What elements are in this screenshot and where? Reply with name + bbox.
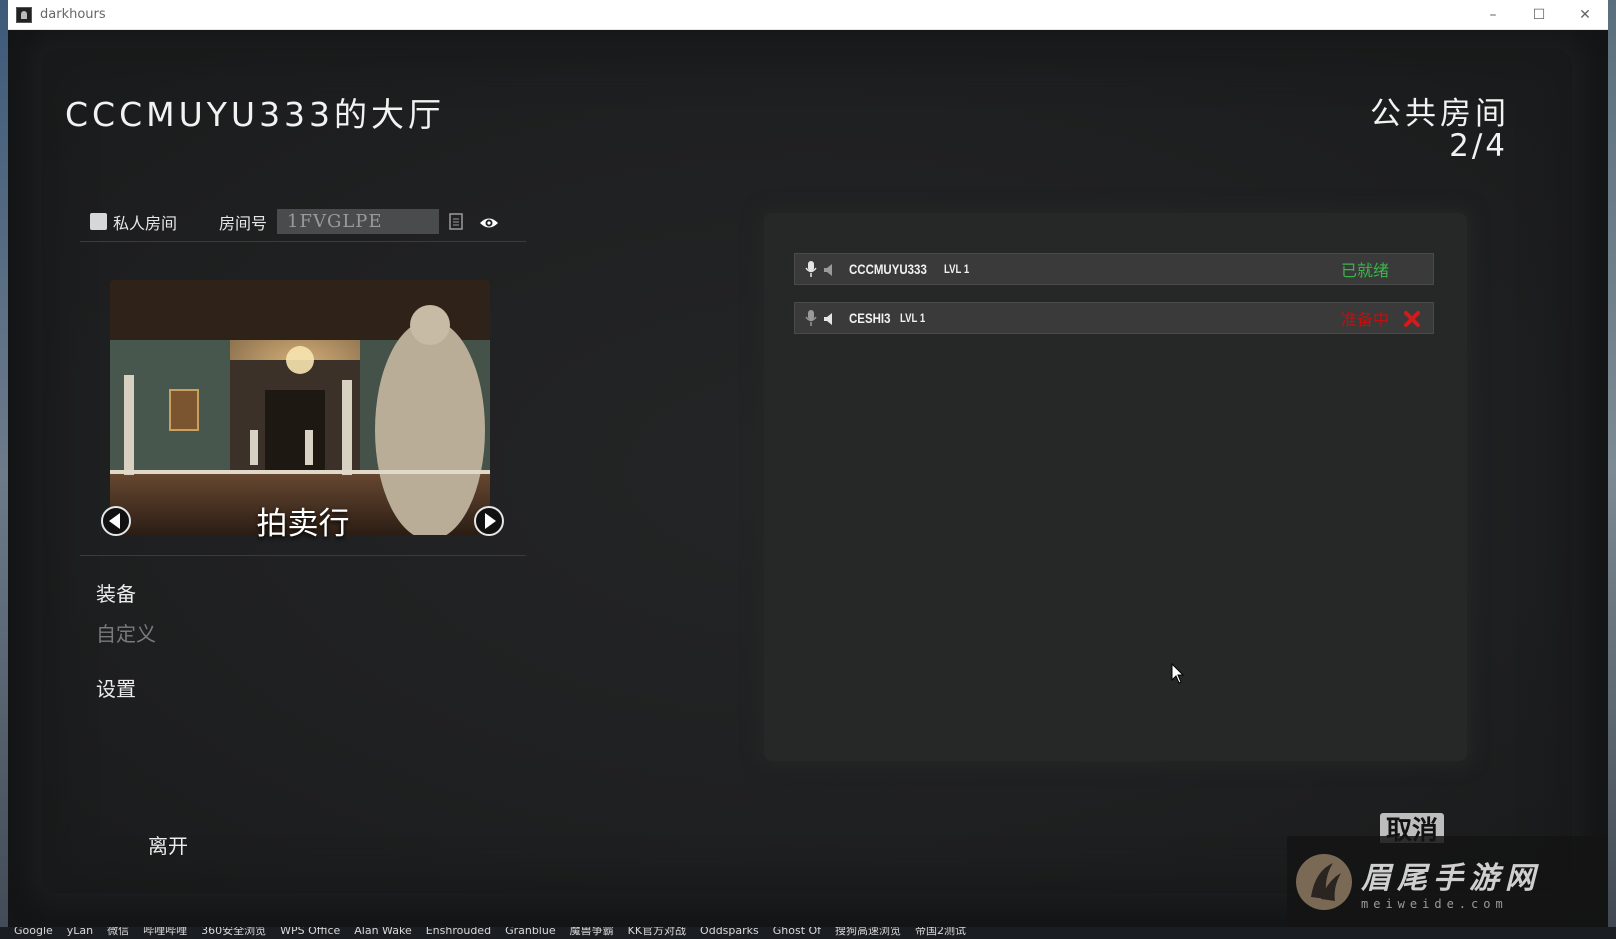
lobby-screen: CCCMUYU333的大厅 公共房间 2/4 私人房间 房间号 1FVGLPE <box>8 30 1608 927</box>
kick-player-icon[interactable] <box>1403 310 1421 328</box>
speaker-icon[interactable] <box>823 262 837 276</box>
taskbar-item[interactable]: 哔哩哔哩 <box>143 927 187 937</box>
microphone-icon[interactable] <box>805 309 817 327</box>
map-name: 拍卖行 <box>256 506 350 542</box>
lobby-title: CCCMUYU333的大厅 <box>65 95 446 134</box>
menu-settings[interactable]: 设置 <box>96 673 136 702</box>
player-count: 2/4 <box>1449 128 1508 164</box>
desktop-background-left <box>0 0 8 939</box>
watermark-main-text: 眉尾手游网 <box>1361 860 1541 896</box>
map-preview-image <box>110 280 490 535</box>
taskbar-item[interactable]: WPS Office <box>280 927 340 937</box>
status-badge: 准备中 <box>1340 310 1389 329</box>
taskbar-item[interactable]: Granblue <box>505 927 556 937</box>
previous-map-arrow-icon[interactable] <box>100 505 132 537</box>
microphone-icon[interactable] <box>805 260 817 278</box>
taskbar-item[interactable]: Ghost Of <box>773 927 821 937</box>
player-level: LVL 1 <box>899 311 925 325</box>
menu-custom[interactable]: 自定义 <box>96 618 156 647</box>
next-map-arrow-icon[interactable] <box>473 505 505 537</box>
room-options-bar: 私人房间 房间号 1FVGLPE <box>80 206 526 242</box>
speaker-icon[interactable] <box>823 311 837 325</box>
window-controls: – ☐ ✕ <box>1470 0 1608 30</box>
taskbar-item[interactable]: KK官方对战 <box>628 927 686 937</box>
taskbar: Google yLan 微信 哔哩哔哩 360安全浏览 WPS Office A… <box>0 927 1616 939</box>
watermark: 眉尾手游网 meiweide.com <box>1287 836 1608 927</box>
private-room-checkbox[interactable] <box>90 213 107 230</box>
title-bar: darkhours – ☐ ✕ <box>8 0 1608 30</box>
window-title: darkhours <box>40 7 106 22</box>
taskbar-item[interactable]: 微信 <box>107 927 129 937</box>
eye-icon[interactable] <box>479 215 499 229</box>
minimize-button[interactable]: – <box>1470 0 1516 30</box>
player-name: CCCMUYU333 <box>849 261 927 277</box>
game-window: darkhours – ☐ ✕ CCCMUYU333的大厅 公共房间 2/4 私… <box>8 0 1608 927</box>
status-badge: 已就绪 <box>1340 261 1389 280</box>
desktop-background-right <box>1608 0 1616 939</box>
watermark-text: 眉尾手游网 meiweide.com <box>1361 853 1541 911</box>
room-id-label: 房间号 <box>219 213 268 233</box>
mouse-cursor-icon <box>1171 662 1185 685</box>
leave-button[interactable]: 离开 <box>148 830 188 859</box>
player-row: CESHI3 LVL 1 准备中 <box>794 302 1434 334</box>
room-type-label: 公共房间 <box>1370 96 1510 132</box>
taskbar-item[interactable]: Enshrouded <box>426 927 491 937</box>
room-id-field[interactable]: 1FVGLPE <box>277 209 440 234</box>
app-icon <box>16 6 32 23</box>
private-room-label: 私人房间 <box>113 213 178 233</box>
player-level: LVL 1 <box>943 262 970 276</box>
taskbar-item[interactable]: 360安全浏览 <box>201 927 266 937</box>
watermark-logo-icon <box>1293 851 1355 913</box>
map-selector: 拍卖行 <box>80 270 526 556</box>
taskbar-item[interactable]: 搜狗高速浏览 <box>835 927 901 937</box>
watermark-sub-text: meiweide.com <box>1361 896 1508 911</box>
taskbar-item[interactable]: 魔兽争霸 <box>570 927 614 937</box>
taskbar-item[interactable]: yLan <box>67 927 93 937</box>
taskbar-item[interactable]: 帝国2测试 <box>915 927 966 937</box>
copy-icon[interactable] <box>449 213 463 230</box>
close-button[interactable]: ✕ <box>1562 0 1608 30</box>
player-name: CESHI3 <box>849 310 891 326</box>
player-row: CCCMUYU333 LVL 1 已就绪 <box>794 253 1434 285</box>
menu-equip[interactable]: 装备 <box>96 578 136 607</box>
player-list-panel: CCCMUYU333 LVL 1 已就绪 CESHI3 LVL 1 准备中 <box>764 213 1467 761</box>
maximize-button[interactable]: ☐ <box>1516 0 1562 30</box>
taskbar-item[interactable]: Google <box>14 927 53 937</box>
taskbar-item[interactable]: Alan Wake <box>354 927 411 937</box>
taskbar-item[interactable]: Oddsparks <box>700 927 759 937</box>
